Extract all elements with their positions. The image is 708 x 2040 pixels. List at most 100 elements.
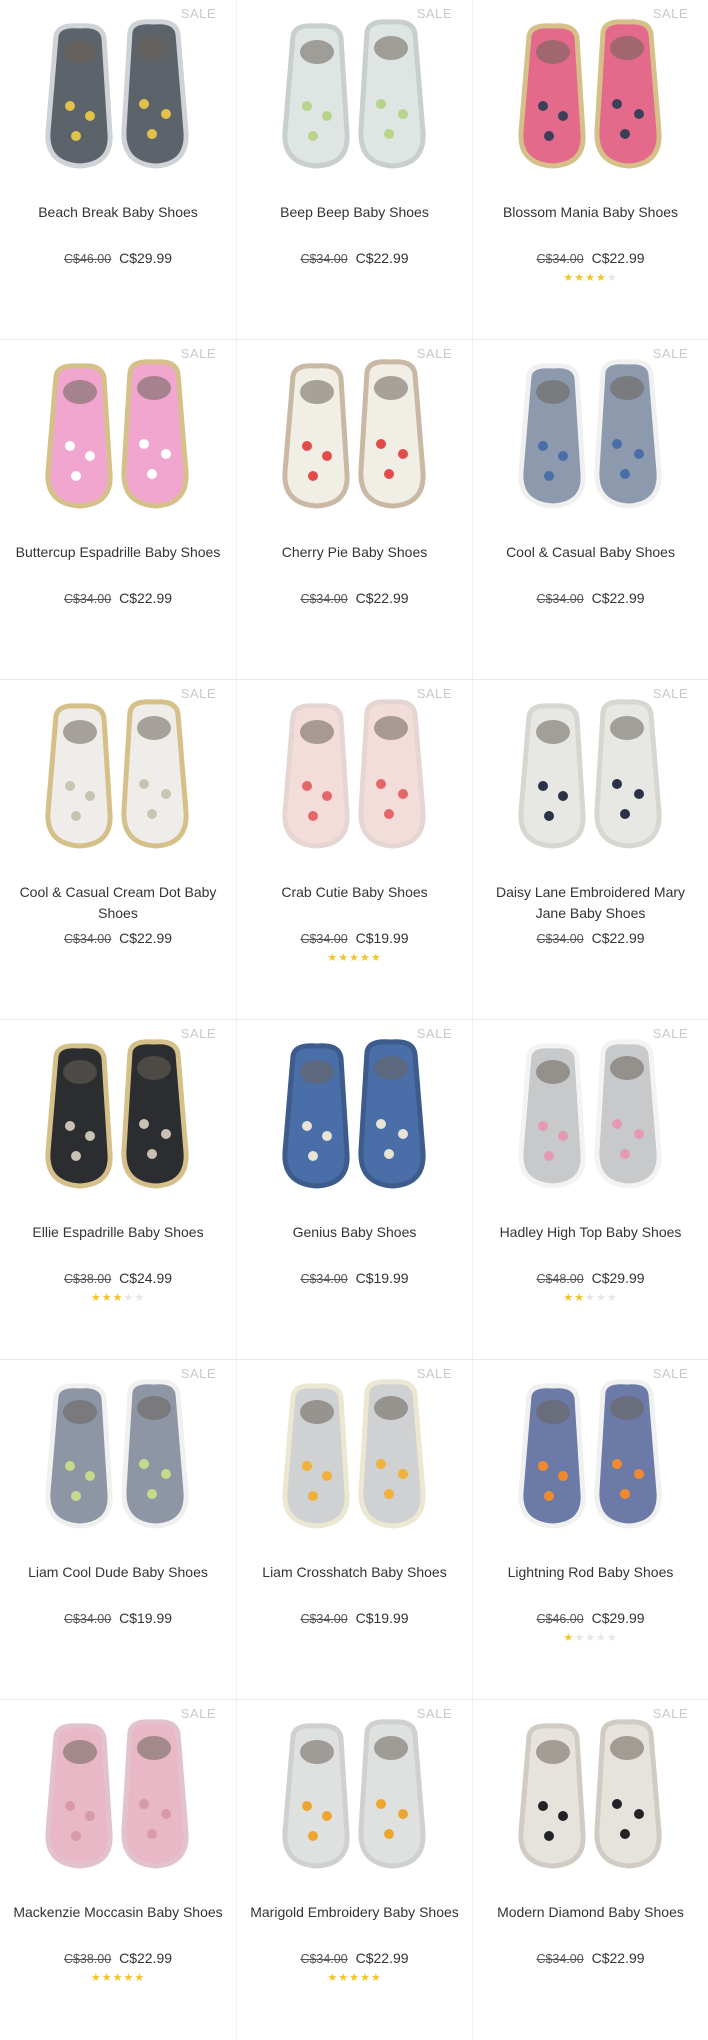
product-card[interactable]: SALE Cool & Casual Baby Shoes C$34.00 C$… (472, 340, 708, 680)
product-card[interactable]: SALE Blossom Mania Baby Shoes C$34.00 C$… (472, 0, 708, 340)
product-name[interactable]: Hadley High Top Baby Shoes (473, 1222, 708, 1243)
product-name[interactable]: Daisy Lane Embroidered Mary Jane Baby Sh… (473, 882, 708, 924)
star-empty-icon: ★ (585, 1292, 596, 1304)
product-price: C$34.00 C$19.99 (0, 1610, 236, 1626)
product-name[interactable]: Cherry Pie Baby Shoes (237, 542, 472, 563)
star-filled-icon: ★ (327, 1972, 339, 1984)
star-filled-icon: ★ (370, 952, 382, 964)
product-name[interactable]: Blossom Mania Baby Shoes (473, 202, 708, 223)
shoe-thumbnail-icon[interactable] (18, 1374, 218, 1544)
shoe-thumbnail-icon[interactable] (255, 354, 455, 524)
shoe-thumbnail-icon[interactable] (255, 1374, 455, 1544)
sale-badge: SALE (180, 1366, 216, 1381)
star-rating: ★★★★★ (0, 1291, 236, 1304)
product-name[interactable]: Genius Baby Shoes (237, 1222, 472, 1243)
product-card[interactable]: SALE Marigold Embroidery Baby Shoes C$34… (236, 1700, 472, 2040)
sale-badge: SALE (416, 6, 452, 21)
product-row: SALE Cool & Casual Cream Dot Baby Shoes … (0, 680, 708, 1020)
sale-badge: SALE (652, 346, 688, 361)
shoe-thumbnail-icon[interactable] (255, 1034, 455, 1204)
product-card[interactable]: SALE Hadley High Top Baby Shoes C$48.00 … (472, 1020, 708, 1360)
product-name[interactable]: Beach Break Baby Shoes (0, 202, 236, 223)
star-filled-icon: ★ (563, 1292, 575, 1304)
shoe-thumbnail-icon[interactable] (18, 1714, 218, 1884)
shoe-thumbnail-icon[interactable] (491, 1714, 691, 1884)
product-name[interactable]: Marigold Embroidery Baby Shoes (237, 1902, 472, 1923)
product-card[interactable]: SALE Cool & Casual Cream Dot Baby Shoes … (0, 680, 236, 1020)
shoe-thumbnail-icon[interactable] (255, 1714, 455, 1884)
sale-badge: SALE (416, 1366, 452, 1381)
product-card[interactable]: SALE Mackenzie Moccasin Baby Shoes C$38.… (0, 1700, 236, 2040)
product-price: C$34.00 C$19.99 (237, 930, 472, 946)
product-card[interactable]: SALE Buttercup Espadrille Baby Shoes C$3… (0, 340, 236, 680)
sale-badge: SALE (180, 346, 216, 361)
star-rating: ★★★★★ (237, 1971, 472, 1984)
star-filled-icon: ★ (112, 1292, 124, 1304)
star-filled-icon: ★ (563, 1632, 575, 1644)
product-card[interactable]: SALE Genius Baby Shoes C$34.00 C$19.99 (236, 1020, 472, 1360)
product-price: C$34.00 C$22.99 (0, 590, 236, 606)
left-shoe (517, 1383, 586, 1529)
sale-price: C$22.99 (119, 590, 173, 606)
right-shoe (121, 1039, 189, 1189)
original-price: C$34.00 (63, 932, 112, 946)
left-shoe (517, 23, 586, 169)
product-card[interactable]: SALE Crab Cutie Baby Shoes C$34.00 C$19.… (236, 680, 472, 1020)
right-shoe (357, 19, 426, 169)
product-name[interactable]: Beep Beep Baby Shoes (237, 202, 472, 223)
shoe-thumbnail-icon[interactable] (491, 14, 691, 184)
original-price: C$46.00 (536, 1612, 584, 1626)
shoe-thumbnail-icon[interactable] (491, 354, 691, 524)
left-shoe (281, 703, 350, 849)
sale-badge: SALE (180, 6, 216, 21)
right-shoe (121, 359, 189, 509)
product-name[interactable]: Liam Crosshatch Baby Shoes (237, 1562, 472, 1583)
product-card[interactable]: SALE Beep Beep Baby Shoes C$34.00 C$22.9… (236, 0, 472, 340)
original-price: C$34.00 (536, 252, 584, 266)
right-shoe (357, 1039, 426, 1189)
shoe-thumbnail-icon[interactable] (255, 694, 455, 864)
product-name[interactable]: Cool & Casual Cream Dot Baby Shoes (0, 882, 236, 924)
product-price: C$48.00 C$29.99 (473, 1270, 708, 1286)
product-price: C$34.00 C$22.99 (237, 590, 472, 606)
product-row: SALE Ellie Espadrille Baby Shoes C$38.00… (0, 1020, 708, 1360)
product-card[interactable]: SALE Lightning Rod Baby Shoes C$46.00 C$… (472, 1360, 708, 1700)
star-rating: ★★★★★ (0, 1971, 236, 1984)
product-card[interactable]: SALE Liam Cool Dude Baby Shoes C$34.00 C… (0, 1360, 236, 1700)
right-shoe (357, 699, 426, 849)
product-card[interactable]: SALE Liam Crosshatch Baby Shoes C$34.00 … (236, 1360, 472, 1700)
product-card[interactable]: SALE Modern Diamond Baby Shoes C$34.00 C… (472, 1700, 708, 2040)
star-filled-icon: ★ (359, 1972, 371, 1984)
shoe-thumbnail-icon[interactable] (491, 694, 691, 864)
product-card[interactable]: SALE Ellie Espadrille Baby Shoes C$38.00… (0, 1020, 236, 1360)
sale-badge: SALE (652, 1026, 688, 1041)
sale-price: C$22.99 (591, 250, 645, 266)
product-price: C$46.00 C$29.99 (0, 250, 236, 266)
product-name[interactable]: Mackenzie Moccasin Baby Shoes (0, 1902, 236, 1923)
product-name[interactable]: Liam Cool Dude Baby Shoes (0, 1562, 236, 1583)
product-card[interactable]: SALE Daisy Lane Embroidered Mary Jane Ba… (472, 680, 708, 1020)
sale-price: C$22.99 (119, 1950, 173, 1966)
shoe-thumbnail-icon[interactable] (491, 1374, 691, 1544)
sale-badge: SALE (652, 1366, 688, 1381)
product-name[interactable]: Crab Cutie Baby Shoes (237, 882, 472, 903)
star-empty-icon: ★ (606, 272, 618, 284)
product-name[interactable]: Cool & Casual Baby Shoes (473, 542, 708, 563)
star-filled-icon: ★ (338, 952, 350, 964)
product-price: C$34.00 C$22.99 (473, 590, 708, 606)
shoe-thumbnail-icon[interactable] (491, 1034, 691, 1204)
product-name[interactable]: Buttercup Espadrille Baby Shoes (0, 542, 236, 563)
star-filled-icon: ★ (359, 952, 371, 964)
shoe-thumbnail-icon[interactable] (255, 14, 455, 184)
star-filled-icon: ★ (134, 1972, 146, 1984)
product-name[interactable]: Modern Diamond Baby Shoes (473, 1902, 708, 1923)
product-card[interactable]: SALE Cherry Pie Baby Shoes C$34.00 C$22.… (236, 340, 472, 680)
product-name[interactable]: Ellie Espadrille Baby Shoes (0, 1222, 236, 1243)
product-card[interactable]: SALE Beach Break Baby Shoes C$46.00 C$29… (0, 0, 236, 340)
right-shoe (357, 359, 426, 509)
shoe-thumbnail-icon[interactable] (18, 694, 218, 864)
shoe-thumbnail-icon[interactable] (18, 1034, 218, 1204)
shoe-thumbnail-icon[interactable] (18, 14, 218, 184)
product-name[interactable]: Lightning Rod Baby Shoes (473, 1562, 708, 1583)
shoe-thumbnail-icon[interactable] (18, 354, 218, 524)
